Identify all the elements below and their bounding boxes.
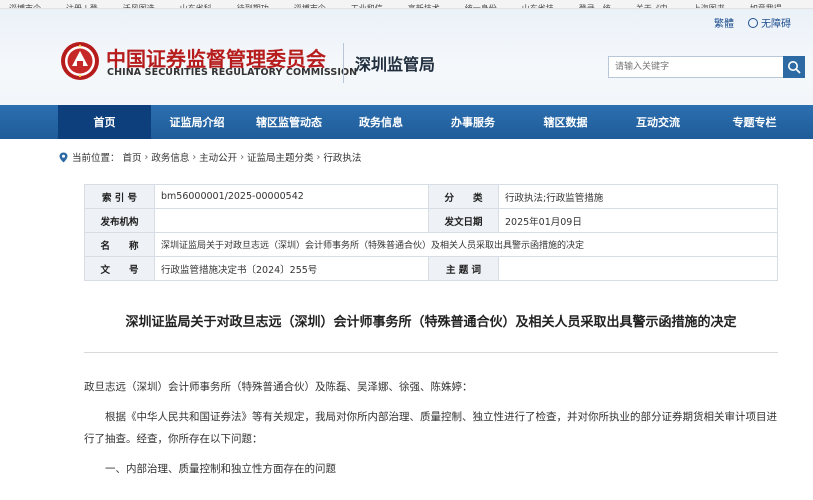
breadcrumb-link[interactable]: 证监局主题分类 xyxy=(247,150,314,164)
search-button[interactable] xyxy=(783,56,805,78)
issuer-value xyxy=(154,208,429,233)
salutation: 政旦志远（深圳）会计师事务所（特殊普通合伙）及陈磊、吴泽娜、徐强、陈姝婷： xyxy=(84,381,473,393)
docno-label: 文 号 xyxy=(84,256,155,281)
nav-item[interactable]: 辖区数据 xyxy=(519,105,612,139)
search-input[interactable] xyxy=(608,56,783,78)
breadcrumb-link[interactable]: 主动公开 xyxy=(199,150,237,164)
index-value: bm56000001/2025-00000542 xyxy=(154,184,429,209)
document-info-table: 索 引 号 bm56000001/2025-00000542 分 类 行政执法;… xyxy=(84,184,778,281)
search-icon xyxy=(788,61,801,74)
csrc-emblem-icon xyxy=(61,42,99,80)
location-pin-icon xyxy=(59,152,68,162)
title-divider xyxy=(84,352,778,353)
bookmarks-bar: 淄博市企… 注册 | 登… 沃风图选… 山东省科… 待到期功… 淄博市企… 工业和信… 高新技… xyxy=(0,0,813,9)
document-body: 政旦志远（深圳）会计师事务所（特殊普通合伙）及陈磊、吴泽娜、徐强、陈姝婷： 根据… xyxy=(84,376,778,488)
nav-item[interactable]: 政务信息 xyxy=(335,105,427,139)
nav-item[interactable]: 专题专栏 xyxy=(704,105,805,139)
nav-item[interactable]: 办事服务 xyxy=(427,105,519,139)
info-row: 名 称 深圳证监局关于对政旦志远（深圳）会计师事务所（特殊普通合伙）及相关人员采… xyxy=(84,232,778,257)
info-row: 文 号 行政监管措施决定书〔2024〕255号 主 题 词 xyxy=(84,256,778,281)
search-box xyxy=(608,56,805,78)
accessibility-label: 无障碍 xyxy=(761,19,791,30)
breadcrumb-separator: › xyxy=(316,151,321,163)
nav-item[interactable]: 证监局介绍 xyxy=(151,105,243,139)
logo-divider xyxy=(343,43,344,83)
info-row: 发布机构 发文日期 2025年01月09日 xyxy=(84,208,778,233)
accessibility-icon xyxy=(748,17,758,28)
category-label: 分 类 xyxy=(428,184,499,209)
breadcrumb-prefix: 当前位置： xyxy=(72,153,120,164)
info-row: 索 引 号 bm56000001/2025-00000542 分 类 行政执法;… xyxy=(84,184,778,209)
breadcrumb: 当前位置： 首页 › 政务信息 › 主动公开 › 证监局主题分类 › 行政执法 xyxy=(58,150,361,164)
name-label: 名 称 xyxy=(84,232,155,257)
main-nav: 首页 证监局介绍 辖区监管动态 政务信息 办事服务 辖区数据 互动交流 专题专栏 xyxy=(0,105,813,139)
section-heading: 一、内部治理、质量控制和独立性方面存在的问题 xyxy=(105,463,336,475)
issuer-label: 发布机构 xyxy=(84,208,155,233)
logo-english-name: CHINA SECURITIES REGULATORY COMMISSION xyxy=(107,67,358,78)
traditional-chinese-link[interactable]: 繁體 xyxy=(714,15,734,30)
breadcrumb-separator: › xyxy=(192,151,197,163)
breadcrumb-separator: › xyxy=(240,151,244,163)
category-value: 行政执法;行政监管措施 xyxy=(498,184,778,209)
breadcrumb-link[interactable]: 首页 xyxy=(123,150,142,164)
main-nav-items: 首页 证监局介绍 辖区监管动态 政务信息 办事服务 辖区数据 互动交流 专题专栏 xyxy=(58,105,805,139)
document-title: 深圳证监局关于对政旦志远（深圳）会计师事务所（特殊普通合伙）及相关人员采取出具警… xyxy=(125,315,737,330)
subject-label: 主 题 词 xyxy=(428,256,499,281)
top-links: 繁體 无障碍 xyxy=(714,15,791,30)
name-value: 深圳证监局关于对政旦志远（深圳）会计师事务所（特殊普通合伙）及相关人员采取出具警… xyxy=(154,232,778,257)
paragraph: 根据《中华人民共和国证券法》等有关规定，我局对你所内部治理、质量控制、独立性进行… xyxy=(84,411,777,445)
index-label: 索 引 号 xyxy=(84,184,155,209)
breadcrumb-link[interactable]: 政务信息 xyxy=(151,150,189,164)
subject-value xyxy=(498,256,778,281)
date-value: 2025年01月09日 xyxy=(498,208,778,233)
date-label: 发文日期 xyxy=(428,208,499,233)
accessibility-link[interactable]: 无障碍 xyxy=(748,15,791,30)
nav-item[interactable]: 互动交流 xyxy=(612,105,704,139)
nav-item[interactable]: 首页 xyxy=(58,105,151,139)
nav-item[interactable]: 辖区监管动态 xyxy=(243,105,335,139)
docno-value: 行政监管措施决定书〔2024〕255号 xyxy=(154,256,429,281)
breadcrumb-link[interactable]: 行政执法 xyxy=(323,150,361,164)
site-header: 繁體 无障碍 中国证券监督管理委员会 CHINA SECURITIES REGU… xyxy=(0,9,813,105)
breadcrumb-separator: › xyxy=(144,151,149,163)
bureau-name: 深圳监管局 xyxy=(355,55,436,74)
